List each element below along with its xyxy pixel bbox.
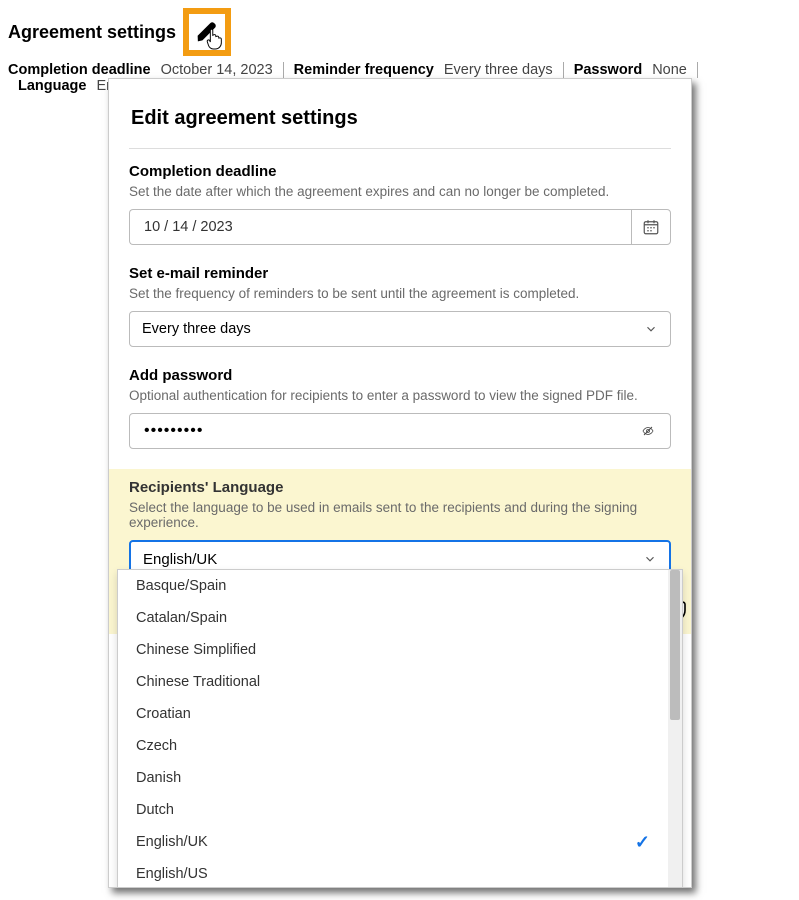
calendar-icon <box>642 218 660 236</box>
section-deadline: Completion deadline Set the date after w… <box>129 163 671 245</box>
language-title: Recipients' Language <box>129 479 671 496</box>
language-option[interactable]: Dutch <box>118 794 668 826</box>
deadline-date-value: 10 / 14 / 2023 <box>144 219 233 235</box>
chevron-down-icon <box>643 552 657 566</box>
toggle-password-visibility[interactable] <box>636 419 660 443</box>
summary-password-value: None <box>652 62 687 78</box>
language-option[interactable]: Chinese Simplified <box>118 634 668 666</box>
summary-reminder: Reminder frequency Every three days <box>284 62 564 78</box>
eye-off-icon <box>642 421 654 441</box>
deadline-desc: Set the date after which the agreement e… <box>129 184 671 199</box>
calendar-button[interactable] <box>631 209 671 245</box>
chevron-down-icon <box>644 322 658 336</box>
language-option-label: Basque/Spain <box>136 578 226 594</box>
section-reminder: Set e-mail reminder Set the frequency of… <box>129 265 671 347</box>
reminder-select[interactable]: Every three days <box>129 311 671 347</box>
section-password: Add password Optional authentication for… <box>129 367 671 449</box>
summary-language-label: Language <box>18 78 86 94</box>
summary-password-label: Password <box>574 62 643 78</box>
modal-title: Edit agreement settings <box>131 107 671 130</box>
language-option-label: English/US <box>136 866 208 882</box>
language-option-label: Chinese Traditional <box>136 674 260 690</box>
deadline-date-input[interactable]: 10 / 14 / 2023 <box>129 209 631 245</box>
agreement-settings-title: Agreement settings <box>8 22 176 43</box>
language-desc: Select the language to be used in emails… <box>129 500 671 530</box>
summary-password: Password None <box>564 62 698 78</box>
password-title: Add password <box>129 367 671 384</box>
reminder-select-value: Every three days <box>142 321 251 337</box>
summary-deadline: Completion deadline October 14, 2023 <box>8 62 284 78</box>
language-option-label: Danish <box>136 770 181 786</box>
summary-reminder-value: Every three days <box>444 62 553 78</box>
section-language: Recipients' Language Select the language… <box>109 469 691 634</box>
language-option-label: Dutch <box>136 802 174 818</box>
language-option-label: Czech <box>136 738 177 754</box>
language-option[interactable]: Chinese Traditional <box>118 666 668 698</box>
language-option-label: Chinese Simplified <box>136 642 256 658</box>
language-select-value: English/UK <box>143 551 217 568</box>
check-icon: ✓ <box>635 832 650 853</box>
language-option[interactable]: English/UK ✓ <box>118 826 668 858</box>
language-option-label: Catalan/Spain <box>136 610 227 626</box>
language-option[interactable]: Danish <box>118 762 668 794</box>
edit-agreement-button[interactable] <box>183 8 231 56</box>
language-option[interactable]: Croatian <box>118 698 668 730</box>
password-input[interactable]: ••••••••• <box>129 413 671 449</box>
summary-deadline-label: Completion deadline <box>8 62 151 78</box>
reminder-title: Set e-mail reminder <box>129 265 671 282</box>
summary-deadline-value: October 14, 2023 <box>161 62 273 78</box>
scrollbar-thumb[interactable] <box>670 570 680 720</box>
language-listbox: Basque/Spain Catalan/Spain Chinese Simplif… <box>117 569 683 888</box>
scrollbar[interactable] <box>668 570 682 888</box>
language-option[interactable]: English/US <box>118 858 668 888</box>
reminder-desc: Set the frequency of reminders to be sen… <box>129 286 671 301</box>
language-option-label: Croatian <box>136 706 191 722</box>
pencil-icon <box>196 21 218 43</box>
divider <box>129 148 671 149</box>
language-option[interactable]: Basque/Spain <box>118 570 668 602</box>
edit-agreement-modal: Edit agreement settings Completion deadl… <box>108 78 692 888</box>
language-option[interactable]: Czech <box>118 730 668 762</box>
language-option-label: English/UK <box>136 834 208 850</box>
password-desc: Optional authentication for recipients t… <box>129 388 671 403</box>
language-option[interactable]: Catalan/Spain <box>118 602 668 634</box>
summary-reminder-label: Reminder frequency <box>294 62 434 78</box>
password-value: ••••••••• <box>144 422 203 440</box>
deadline-title: Completion deadline <box>129 163 671 180</box>
